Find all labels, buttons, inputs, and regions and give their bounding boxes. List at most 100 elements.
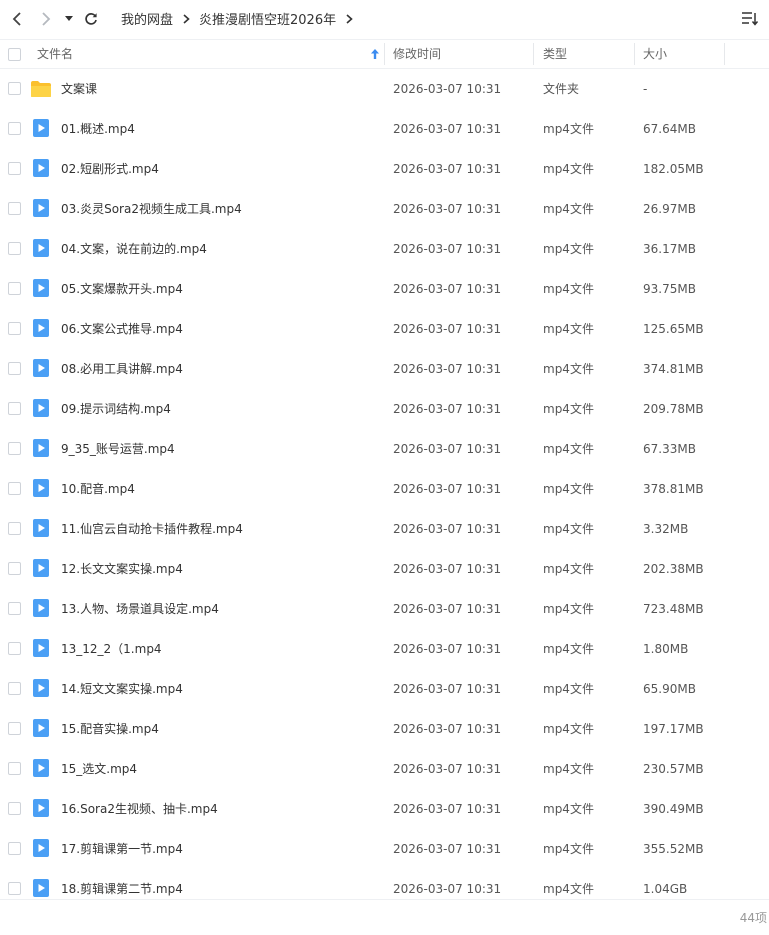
file-name[interactable]: 10.配音.mp4	[61, 469, 135, 509]
file-name[interactable]: 11.仙宫云自动抢卡插件教程.mp4	[61, 509, 243, 549]
file-type: mp4文件	[543, 562, 594, 576]
file-modified-time: 2026-03-07 10:31	[393, 162, 502, 176]
file-name[interactable]: 05.文案爆款开头.mp4	[61, 269, 183, 309]
video-file-icon	[33, 879, 49, 897]
file-row[interactable]: 17.剪辑课第一节.mp4 2026-03-07 10:31 mp4文件 355.52…	[0, 829, 769, 869]
column-type-header[interactable]: 类型	[543, 40, 567, 68]
row-checkbox[interactable]	[8, 162, 21, 175]
history-dropdown-button[interactable]	[60, 8, 78, 30]
file-modified-time: 2026-03-07 10:31	[393, 602, 502, 616]
file-name[interactable]: 15.配音实操.mp4	[61, 709, 159, 749]
file-name[interactable]: 17.剪辑课第一节.mp4	[61, 829, 183, 869]
video-file-icon	[33, 719, 49, 737]
file-name[interactable]: 01.概述.mp4	[61, 109, 135, 149]
video-file-icon	[33, 759, 49, 777]
file-name[interactable]: 03.炎灵Sora2视频生成工具.mp4	[61, 189, 242, 229]
row-checkbox[interactable]	[8, 82, 21, 95]
file-row[interactable]: 15.配音实操.mp4 2026-03-07 10:31 mp4文件 197.17MB	[0, 709, 769, 749]
file-row[interactable]: 01.概述.mp4 2026-03-07 10:31 mp4文件 67.64MB	[0, 109, 769, 149]
file-type: mp4文件	[543, 242, 594, 256]
row-checkbox[interactable]	[8, 122, 21, 135]
column-divider[interactable]	[724, 43, 725, 65]
refresh-button[interactable]	[80, 8, 102, 30]
forward-button[interactable]	[35, 8, 57, 30]
row-checkbox[interactable]	[8, 522, 21, 535]
row-checkbox[interactable]	[8, 402, 21, 415]
file-name[interactable]: 16.Sora2生视频、抽卡.mp4	[61, 789, 218, 829]
file-row[interactable]: 08.必用工具讲解.mp4 2026-03-07 10:31 mp4文件 374.81…	[0, 349, 769, 389]
file-row[interactable]: 09.提示词结构.mp4 2026-03-07 10:31 mp4文件 209.78M…	[0, 389, 769, 429]
row-checkbox[interactable]	[8, 442, 21, 455]
row-checkbox[interactable]	[8, 882, 21, 895]
file-name[interactable]: 13.人物、场景道具设定.mp4	[61, 589, 219, 629]
file-name[interactable]: 08.必用工具讲解.mp4	[61, 349, 183, 389]
file-type: mp4文件	[543, 682, 594, 696]
row-checkbox[interactable]	[8, 562, 21, 575]
file-name[interactable]: 13_12_2（1.mp4	[61, 629, 162, 669]
file-size: 1.80MB	[643, 642, 689, 656]
file-row[interactable]: 16.Sora2生视频、抽卡.mp4 2026-03-07 10:31 mp4文件 3…	[0, 789, 769, 829]
row-checkbox[interactable]	[8, 722, 21, 735]
file-name[interactable]: 02.短剧形式.mp4	[61, 149, 159, 189]
column-size-header[interactable]: 大小	[643, 40, 667, 68]
file-name[interactable]: 09.提示词结构.mp4	[61, 389, 171, 429]
file-size: 65.90MB	[643, 682, 696, 696]
file-row[interactable]: 10.配音.mp4 2026-03-07 10:31 mp4文件 378.81MB	[0, 469, 769, 509]
file-row[interactable]: 13_12_2（1.mp4 2026-03-07 10:31 mp4文件 1.80MB	[0, 629, 769, 669]
row-checkbox[interactable]	[8, 642, 21, 655]
select-all-checkbox[interactable]	[8, 48, 21, 61]
file-type: mp4文件	[543, 802, 594, 816]
file-size: 230.57MB	[643, 762, 704, 776]
row-checkbox[interactable]	[8, 282, 21, 295]
file-name[interactable]: 9_35_账号运营.mp4	[61, 429, 175, 469]
video-file-icon	[33, 439, 49, 457]
file-row[interactable]: 05.文案爆款开头.mp4 2026-03-07 10:31 mp4文件 93.75M…	[0, 269, 769, 309]
row-checkbox[interactable]	[8, 482, 21, 495]
back-button[interactable]	[6, 8, 28, 30]
file-name[interactable]: 15_选文.mp4	[61, 749, 137, 789]
row-checkbox[interactable]	[8, 242, 21, 255]
file-name[interactable]: 14.短文文案实操.mp4	[61, 669, 183, 709]
row-checkbox[interactable]	[8, 362, 21, 375]
sort-button[interactable]	[741, 10, 759, 28]
file-name[interactable]: 12.长文文案实操.mp4	[61, 549, 183, 589]
caret-down-icon	[65, 16, 73, 21]
sort-list-icon	[742, 12, 759, 26]
file-row[interactable]: 13.人物、场景道具设定.mp4 2026-03-07 10:31 mp4文件 723…	[0, 589, 769, 629]
breadcrumb-item-root[interactable]: 我的网盘	[121, 9, 173, 28]
file-size: 197.17MB	[643, 722, 704, 736]
file-name[interactable]: 文案课	[61, 69, 97, 109]
file-row[interactable]: 文案课 2026-03-07 10:31 文件夹 -	[0, 69, 769, 109]
toolbar: 我的网盘 炎推漫剧悟空班2026年	[0, 0, 769, 38]
file-row[interactable]: 15_选文.mp4 2026-03-07 10:31 mp4文件 230.57MB	[0, 749, 769, 789]
file-row[interactable]: 02.短剧形式.mp4 2026-03-07 10:31 mp4文件 182.05MB	[0, 149, 769, 189]
row-checkbox[interactable]	[8, 802, 21, 815]
file-row[interactable]: 14.短文文案实操.mp4 2026-03-07 10:31 mp4文件 65.90M…	[0, 669, 769, 709]
row-checkbox[interactable]	[8, 682, 21, 695]
column-modified-header[interactable]: 修改时间	[393, 40, 441, 68]
file-size: 93.75MB	[643, 282, 696, 296]
file-modified-time: 2026-03-07 10:31	[393, 122, 502, 136]
file-row[interactable]: 9_35_账号运营.mp4 2026-03-07 10:31 mp4文件 67.33M…	[0, 429, 769, 469]
row-checkbox[interactable]	[8, 322, 21, 335]
row-checkbox[interactable]	[8, 202, 21, 215]
column-divider[interactable]	[384, 43, 385, 65]
file-row[interactable]: 03.炎灵Sora2视频生成工具.mp4 2026-03-07 10:31 mp4文…	[0, 189, 769, 229]
file-row[interactable]: 11.仙宫云自动抢卡插件教程.mp4 2026-03-07 10:31 mp4文件 3…	[0, 509, 769, 549]
breadcrumb-item-current[interactable]: 炎推漫剧悟空班2026年	[199, 9, 336, 28]
sort-ascending-icon[interactable]	[371, 49, 379, 59]
row-checkbox[interactable]	[8, 842, 21, 855]
file-modified-time: 2026-03-07 10:31	[393, 322, 502, 336]
row-checkbox[interactable]	[8, 762, 21, 775]
file-name[interactable]: 04.文案，说在前边的.mp4	[61, 229, 207, 269]
column-name-header[interactable]: 文件名	[37, 40, 73, 68]
column-divider[interactable]	[533, 43, 534, 65]
file-row[interactable]: 04.文案，说在前边的.mp4 2026-03-07 10:31 mp4文件 36.1…	[0, 229, 769, 269]
row-checkbox[interactable]	[8, 602, 21, 615]
video-file-icon	[33, 319, 49, 337]
file-name[interactable]: 06.文案公式推导.mp4	[61, 309, 183, 349]
file-row[interactable]: 12.长文文案实操.mp4 2026-03-07 10:31 mp4文件 202.38…	[0, 549, 769, 589]
column-divider[interactable]	[634, 43, 635, 65]
file-size: 26.97MB	[643, 202, 696, 216]
file-row[interactable]: 06.文案公式推导.mp4 2026-03-07 10:31 mp4文件 125.65…	[0, 309, 769, 349]
